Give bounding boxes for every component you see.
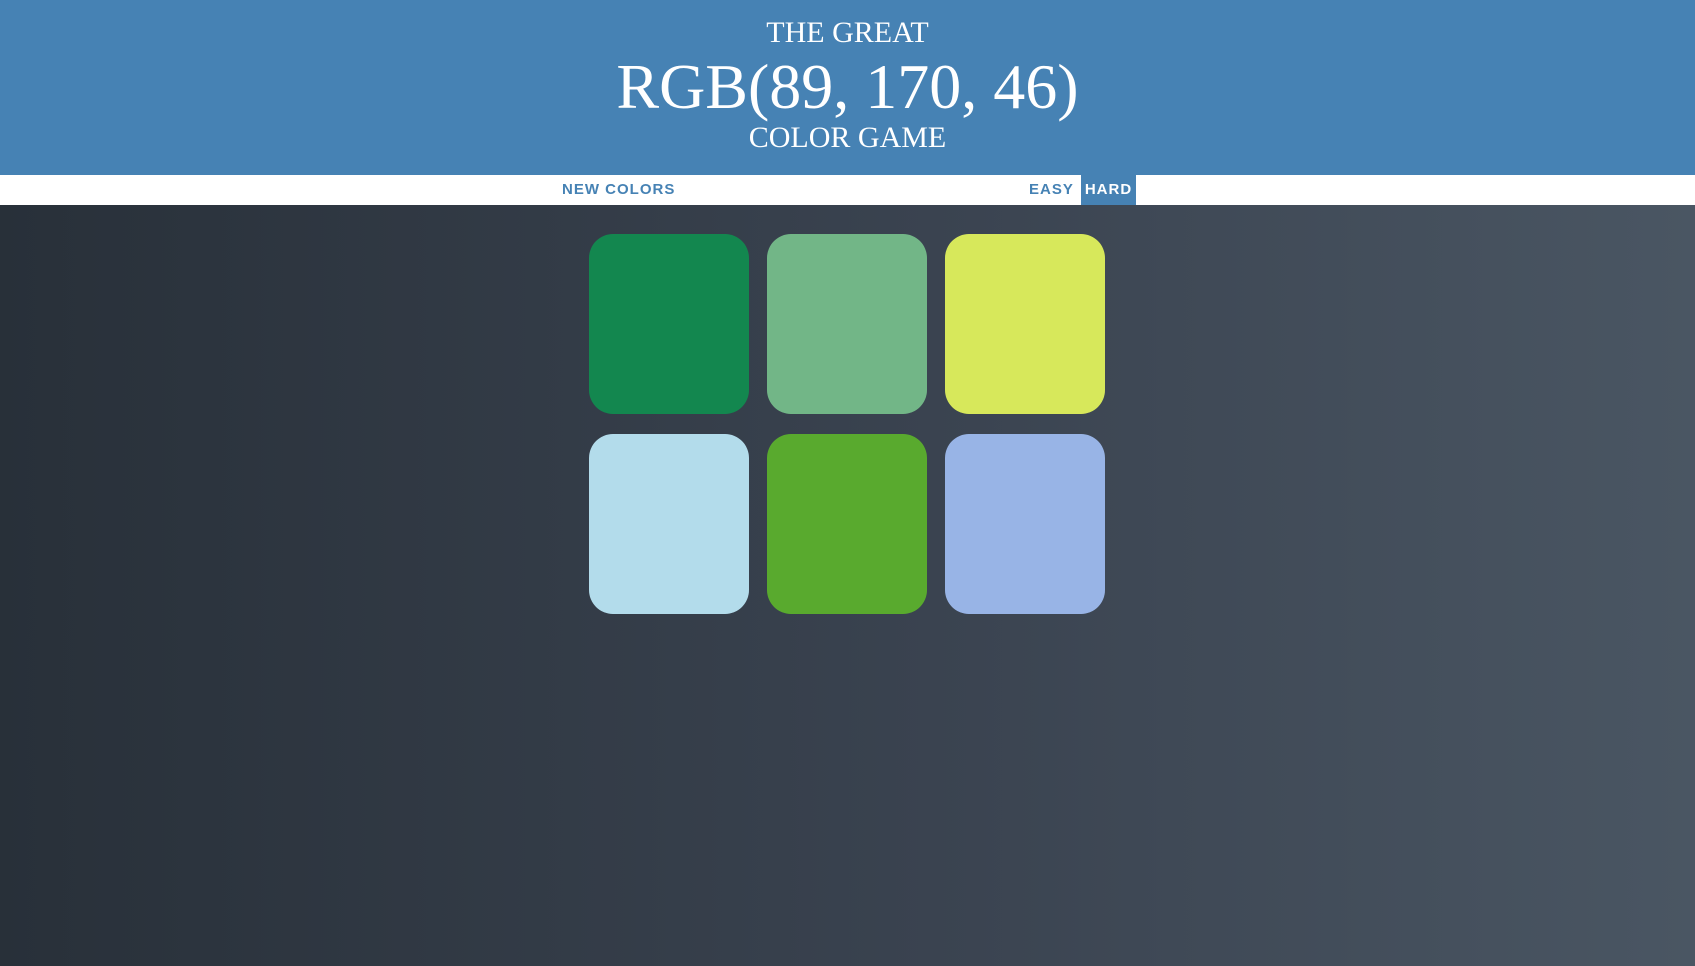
color-square[interactable] xyxy=(945,234,1105,414)
color-square[interactable] xyxy=(767,434,927,614)
color-square[interactable] xyxy=(945,434,1105,614)
easy-mode-button[interactable]: EASY xyxy=(1024,175,1079,205)
color-square[interactable] xyxy=(589,434,749,614)
target-color-display: RGB(89, 170, 46) xyxy=(616,51,1079,122)
header-title-bottom: COLOR GAME xyxy=(748,121,947,154)
color-square[interactable] xyxy=(589,234,749,414)
control-bar: NEW COLORS EASY HARD xyxy=(0,175,1695,205)
header: THE GREAT RGB(89, 170, 46) COLOR GAME xyxy=(0,0,1695,175)
color-squares-grid xyxy=(589,234,1105,614)
new-colors-button[interactable]: NEW COLORS xyxy=(557,175,680,205)
header-title-top: THE GREAT xyxy=(766,16,929,49)
hard-mode-button[interactable]: HARD xyxy=(1081,175,1136,205)
color-square[interactable] xyxy=(767,234,927,414)
